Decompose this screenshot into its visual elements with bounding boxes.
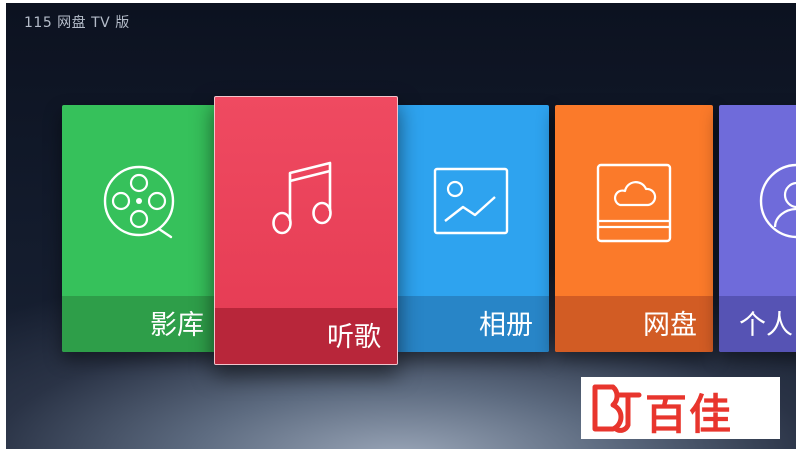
avatar-icon: [759, 163, 796, 239]
film-reel-icon: [103, 165, 175, 239]
watermark: 百佳: [581, 377, 780, 439]
app-title: 115 网盘 TV 版: [24, 15, 130, 31]
tile-label: 个人: [739, 310, 793, 341]
tile-music[interactable]: 听歌: [214, 96, 398, 365]
tile-label: 听歌: [327, 322, 381, 353]
tile-movie-library[interactable]: 影库: [62, 105, 220, 352]
watermark-text: 百佳: [645, 390, 734, 439]
tile-label: 影库: [150, 310, 204, 341]
image-icon: [433, 167, 509, 235]
music-note-icon: [272, 161, 332, 235]
tile-profile[interactable]: 个人: [719, 105, 796, 352]
tile-label: 网盘: [643, 310, 697, 341]
tile-photo-album[interactable]: 相册: [393, 105, 549, 352]
tile-label: 相册: [479, 310, 533, 341]
tile-cloud-disk[interactable]: 网盘: [555, 105, 713, 352]
cloud-drive-icon: [596, 163, 672, 243]
watermark-logo-icon: [592, 384, 642, 433]
